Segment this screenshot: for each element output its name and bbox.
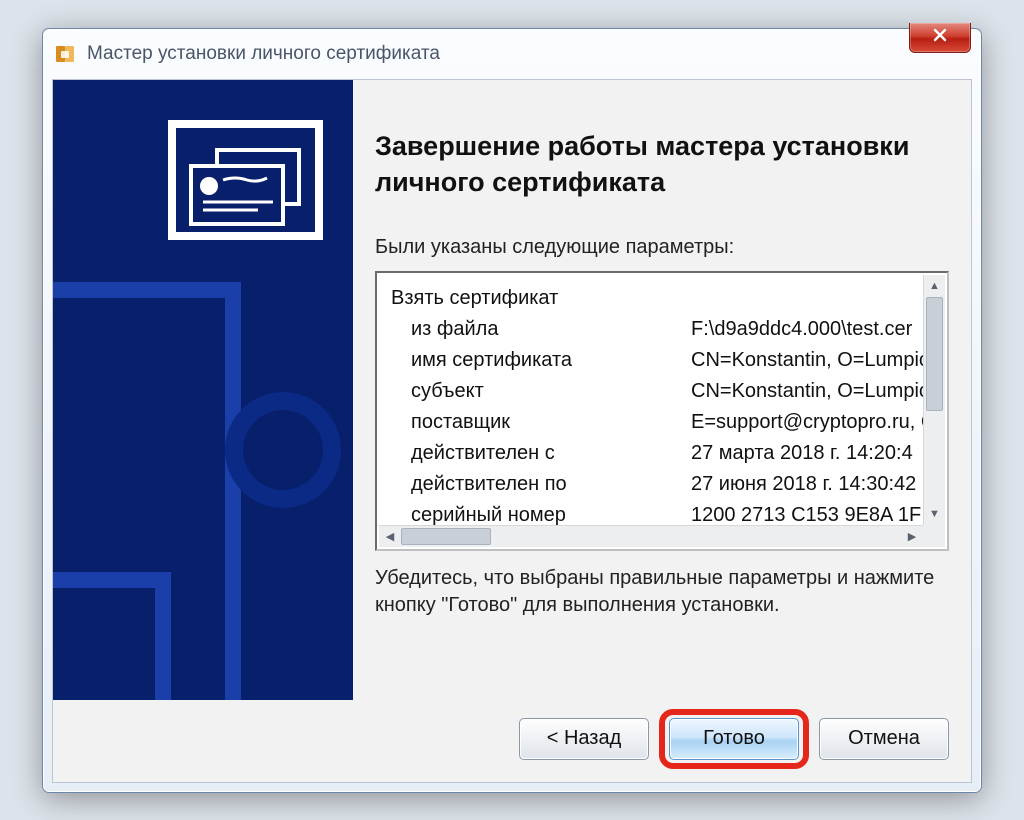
scroll-down-icon: ▼ <box>924 503 945 525</box>
scroll-left-icon: ◀ <box>379 526 401 547</box>
param-row: поставщикE=support@cryptopro.ru, C <box>391 407 939 438</box>
hint-text: Убедитесь, что выбраны правильные параме… <box>375 565 949 619</box>
close-button[interactable] <box>909 23 971 53</box>
param-row: субъектCN=Konstantin, O=Lumpic <box>391 376 939 407</box>
param-row: действителен по27 июня 2018 г. 14:30:42 <box>391 469 939 500</box>
params-intro: Были указаны следующие параметры: <box>375 236 949 259</box>
client-area: Завершение работы мастера установки личн… <box>52 79 972 783</box>
param-group-header: Взять сертификат <box>391 283 939 314</box>
params-listbox: Взять сертификат из файлаF:\d9a9ddc4.000… <box>375 271 949 551</box>
finish-button[interactable]: Готово <box>669 718 799 760</box>
button-bar: < Назад Готово Отмена <box>53 700 971 782</box>
wizard-sidebar <box>53 80 353 700</box>
scroll-corner <box>923 525 945 547</box>
app-icon <box>53 42 77 66</box>
back-button[interactable]: < Назад <box>519 718 649 760</box>
vertical-scrollbar[interactable]: ▲ ▼ <box>923 275 945 525</box>
wizard-window: Мастер установки личного сертификата <box>42 28 982 793</box>
wizard-content: Завершение работы мастера установки личн… <box>353 80 971 700</box>
titlebar: Мастер установки личного сертификата <box>43 29 981 79</box>
horizontal-scrollbar[interactable]: ◀ ▶ <box>379 525 923 547</box>
scroll-thumb[interactable] <box>401 528 491 545</box>
cancel-button[interactable]: Отмена <box>819 718 949 760</box>
param-row: действителен с27 марта 2018 г. 14:20:4 <box>391 438 939 469</box>
scroll-thumb[interactable] <box>926 297 943 410</box>
params-list: Взять сертификат из файлаF:\d9a9ddc4.000… <box>377 273 947 549</box>
close-icon <box>932 27 948 48</box>
page-heading: Завершение работы мастера установки личн… <box>375 128 949 201</box>
scroll-right-icon: ▶ <box>901 526 923 547</box>
window-title: Мастер установки личного сертификата <box>87 43 440 65</box>
param-row: имя сертификатаCN=Konstantin, O=Lumpic <box>391 345 939 376</box>
scroll-up-icon: ▲ <box>924 275 945 297</box>
param-row: из файлаF:\d9a9ddc4.000\test.cer <box>391 314 939 345</box>
